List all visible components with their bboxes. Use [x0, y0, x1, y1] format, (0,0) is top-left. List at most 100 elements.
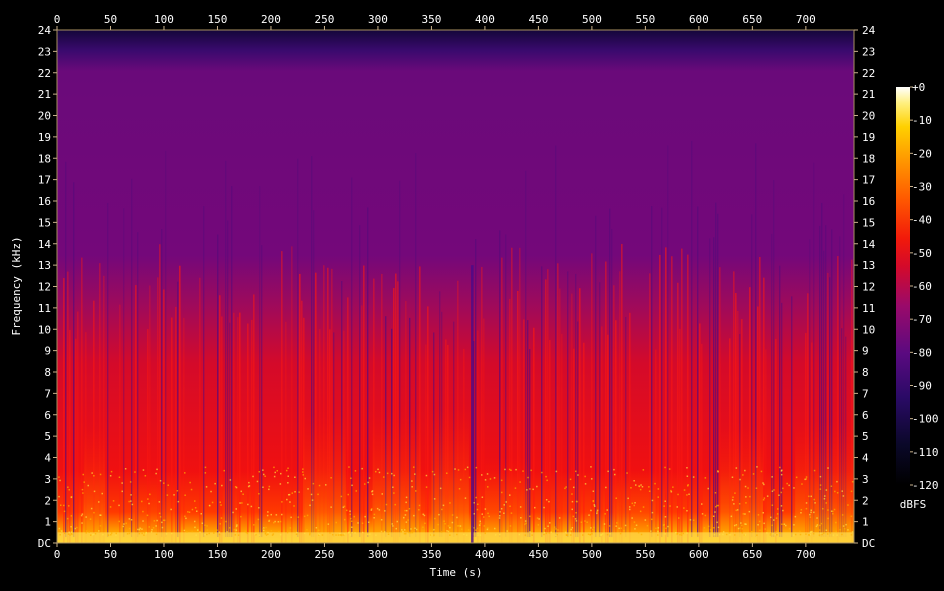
- energy-speck: [304, 477, 306, 480]
- energy-speck: [185, 517, 187, 520]
- energy-speck: [592, 528, 594, 531]
- energy-speck: [413, 514, 415, 517]
- energy-speck: [751, 531, 753, 533]
- x-tick-label-top: 650: [742, 13, 762, 26]
- energy-speck: [206, 529, 209, 531]
- energy-speck: [184, 494, 186, 496]
- energy-speck: [451, 514, 454, 516]
- energy-speck: [619, 532, 622, 535]
- energy-speck: [67, 486, 69, 488]
- energy-speck: [780, 470, 783, 472]
- x-tick-label: 600: [689, 548, 709, 561]
- energy-speck: [327, 523, 330, 525]
- loud-streak: [77, 311, 79, 543]
- energy-speck: [547, 525, 549, 527]
- energy-speck: [505, 501, 507, 503]
- energy-speck: [580, 521, 583, 523]
- energy-speck: [410, 528, 412, 530]
- energy-speck: [277, 521, 280, 523]
- energy-speck: [668, 468, 671, 470]
- energy-speck: [130, 500, 132, 502]
- energy-speck: [555, 534, 557, 536]
- energy-speck: [128, 532, 131, 535]
- energy-speck: [836, 534, 838, 536]
- energy-speck: [74, 527, 76, 530]
- energy-speck: [794, 515, 797, 518]
- loud-streak: [75, 338, 77, 543]
- energy-speck: [351, 526, 353, 528]
- energy-speck: [832, 510, 834, 513]
- energy-speck: [785, 524, 787, 527]
- energy-speck: [268, 520, 270, 522]
- y-tick-label-right: 22: [862, 67, 875, 80]
- energy-speck: [61, 530, 63, 532]
- energy-speck: [350, 477, 352, 479]
- loud-streak: [549, 340, 551, 543]
- energy-speck: [686, 494, 688, 496]
- colorbar-tick-label: -40: [912, 214, 932, 227]
- energy-speck: [670, 489, 672, 492]
- energy-speck: [187, 511, 189, 513]
- energy-speck: [717, 526, 720, 529]
- energy-speck: [267, 531, 269, 534]
- energy-speck: [377, 468, 379, 471]
- loud-streak: [67, 271, 69, 543]
- energy-speck: [800, 512, 802, 514]
- energy-speck: [232, 511, 234, 514]
- energy-speck: [815, 525, 818, 528]
- energy-speck: [657, 496, 659, 498]
- energy-speck: [63, 510, 66, 513]
- energy-speck: [401, 529, 403, 531]
- energy-speck: [380, 530, 383, 533]
- energy-speck: [546, 479, 548, 482]
- y-tick-label-right: 12: [862, 281, 875, 294]
- loud-streak: [291, 246, 293, 543]
- loud-streak: [361, 305, 363, 543]
- energy-speck: [749, 495, 751, 498]
- energy-speck: [297, 516, 300, 518]
- energy-speck: [293, 505, 295, 507]
- loud-streak: [671, 256, 673, 543]
- colorbar-tick-label: -110: [912, 446, 939, 459]
- energy-burst: [372, 414, 421, 543]
- energy-speck: [475, 466, 478, 469]
- energy-speck: [722, 531, 725, 533]
- energy-speck: [340, 495, 343, 498]
- energy-speck: [596, 512, 598, 515]
- energy-speck: [654, 482, 656, 485]
- energy-speck: [118, 520, 120, 523]
- y-tick-label-right: 2: [862, 494, 869, 507]
- energy-speck: [361, 522, 364, 524]
- energy-speck: [307, 488, 309, 490]
- energy-speck: [196, 510, 198, 512]
- energy-speck: [204, 533, 206, 536]
- energy-speck: [267, 511, 269, 513]
- energy-speck: [608, 525, 611, 527]
- energy-speck: [161, 521, 163, 524]
- energy-speck: [686, 475, 689, 477]
- energy-speck: [489, 478, 492, 480]
- loud-streak: [765, 349, 767, 543]
- energy-speck: [509, 494, 511, 496]
- energy-speck: [357, 522, 359, 524]
- energy-speck: [520, 517, 522, 519]
- energy-speck: [204, 472, 207, 474]
- quiet-streak: [717, 213, 719, 537]
- energy-speck: [367, 521, 370, 523]
- energy-speck: [332, 534, 334, 536]
- energy-speck: [404, 509, 406, 512]
- energy-speck: [233, 528, 236, 531]
- energy-speck: [536, 485, 538, 488]
- energy-speck: [707, 487, 709, 490]
- energy-speck: [818, 529, 821, 531]
- energy-speck: [554, 526, 556, 528]
- energy-speck: [290, 516, 292, 519]
- colorbar: +0 -10 -20 -30 -40 -50 -60 -70 -80 -90 -100 -110 -12…: [896, 81, 939, 511]
- energy-speck: [93, 511, 95, 514]
- energy-speck: [845, 523, 847, 526]
- loud-streak: [69, 330, 71, 543]
- energy-speck: [130, 519, 133, 521]
- energy-speck: [657, 488, 660, 490]
- energy-speck: [353, 515, 355, 518]
- energy-speck: [707, 525, 710, 528]
